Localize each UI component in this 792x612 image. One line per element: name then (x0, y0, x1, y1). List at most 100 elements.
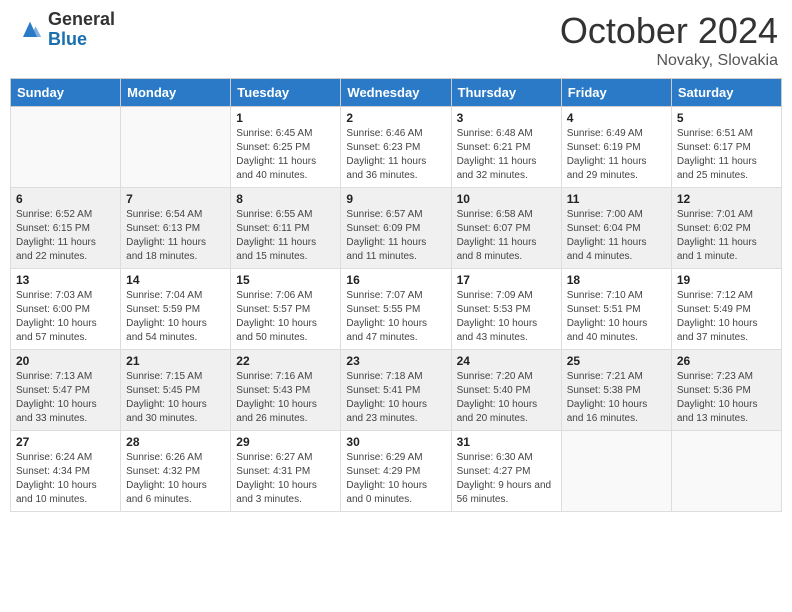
day-info: Sunrise: 7:03 AMSunset: 6:00 PMDaylight:… (16, 289, 115, 345)
calendar-day-cell: 20Sunrise: 7:13 AMSunset: 5:47 PMDayligh… (11, 350, 121, 431)
day-info: Sunrise: 6:57 AMSunset: 6:09 PMDaylight:… (346, 208, 445, 264)
weekday-header-tuesday: Tuesday (231, 79, 341, 107)
day-number: 17 (457, 273, 556, 287)
calendar-day-cell (561, 431, 671, 512)
logo-blue-text: Blue (48, 30, 115, 50)
day-info: Sunrise: 7:00 AMSunset: 6:04 PMDaylight:… (567, 208, 666, 264)
day-info: Sunrise: 6:30 AMSunset: 4:27 PMDaylight:… (457, 451, 556, 507)
day-number: 22 (236, 354, 335, 368)
calendar-table: SundayMondayTuesdayWednesdayThursdayFrid… (10, 78, 782, 512)
calendar-day-cell: 5Sunrise: 6:51 AMSunset: 6:17 PMDaylight… (671, 107, 781, 188)
calendar-day-cell: 30Sunrise: 6:29 AMSunset: 4:29 PMDayligh… (341, 431, 451, 512)
day-number: 4 (567, 111, 666, 125)
day-number: 25 (567, 354, 666, 368)
calendar-day-cell: 17 Sunrise: 7:09 AMSunset: 5:53 PMDayligh… (451, 269, 561, 350)
day-number: 6 (16, 192, 115, 206)
calendar-day-cell: 10 Sunrise: 6:58 AMSunset: 6:07 PMDayligh… (451, 188, 561, 269)
day-number: 3 (457, 111, 556, 125)
day-number: 19 (677, 273, 776, 287)
calendar-day-cell: 14 Sunrise: 7:04 AMSunset: 5:59 PMDayligh… (121, 269, 231, 350)
day-info: Sunrise: 6:55 AMSunset: 6:11 PMDaylight:… (236, 208, 335, 264)
calendar-day-cell (671, 431, 781, 512)
day-info: Sunrise: 6:52 AMSunset: 6:15 PMDaylight:… (16, 208, 115, 264)
day-info: Sunrise: 7:06 AMSunset: 5:57 PMDaylight:… (236, 289, 335, 345)
day-info: Sunrise: 6:49 AMSunset: 6:19 PMDaylight:… (567, 127, 666, 183)
calendar-day-cell (121, 107, 231, 188)
calendar-day-cell: 1 Sunrise: 6:45 AMSunset: 6:25 PMDaylight… (231, 107, 341, 188)
day-info: Sunrise: 6:45 AMSunset: 6:25 PMDaylight:… (236, 127, 335, 183)
calendar-day-cell: 27Sunrise: 6:24 AMSunset: 4:34 PMDayligh… (11, 431, 121, 512)
day-info: Sunrise: 6:51 AMSunset: 6:17 PMDaylight:… (677, 127, 776, 183)
day-number: 2 (346, 111, 445, 125)
calendar-day-cell: 13 Sunrise: 7:03 AMSunset: 6:00 PMDayligh… (11, 269, 121, 350)
day-info: Sunrise: 7:15 AMSunset: 5:45 PMDaylight:… (126, 370, 225, 426)
day-info: Sunrise: 6:54 AMSunset: 6:13 PMDaylight:… (126, 208, 225, 264)
day-number: 8 (236, 192, 335, 206)
day-number: 13 (16, 273, 115, 287)
day-number: 24 (457, 354, 556, 368)
calendar-week-row: 13 Sunrise: 7:03 AMSunset: 6:00 PMDayligh… (11, 269, 782, 350)
location-subtitle: Novaky, Slovakia (560, 52, 778, 70)
day-number: 12 (677, 192, 776, 206)
calendar-day-cell: 26 Sunrise: 7:23 AMSunset: 5:36 PMDayligh… (671, 350, 781, 431)
weekday-header-monday: Monday (121, 79, 231, 107)
day-info: Sunrise: 6:27 AMSunset: 4:31 PMDaylight:… (236, 451, 335, 507)
day-info: Sunrise: 6:48 AMSunset: 6:21 PMDaylight:… (457, 127, 556, 183)
calendar-week-row: 6 Sunrise: 6:52 AMSunset: 6:15 PMDaylight… (11, 188, 782, 269)
calendar-day-cell: 12 Sunrise: 7:01 AMSunset: 6:02 PMDayligh… (671, 188, 781, 269)
day-info: Sunrise: 7:04 AMSunset: 5:59 PMDaylight:… (126, 289, 225, 345)
calendar-day-cell: 29 Sunrise: 6:27 AMSunset: 4:31 PMDayligh… (231, 431, 341, 512)
calendar-day-cell: 11 Sunrise: 7:00 AMSunset: 6:04 PMDayligh… (561, 188, 671, 269)
day-number: 15 (236, 273, 335, 287)
calendar-day-cell: 22 Sunrise: 7:16 AMSunset: 5:43 PMDayligh… (231, 350, 341, 431)
calendar-day-cell: 4 Sunrise: 6:49 AMSunset: 6:19 PMDaylight… (561, 107, 671, 188)
day-info: Sunrise: 6:58 AMSunset: 6:07 PMDaylight:… (457, 208, 556, 264)
day-number: 31 (457, 435, 556, 449)
day-number: 9 (346, 192, 445, 206)
day-info: Sunrise: 7:01 AMSunset: 6:02 PMDaylight:… (677, 208, 776, 264)
day-number: 21 (126, 354, 225, 368)
calendar-day-cell: 19 Sunrise: 7:12 AMSunset: 5:49 PMDayligh… (671, 269, 781, 350)
calendar-day-cell: 24Sunrise: 7:20 AMSunset: 5:40 PMDayligh… (451, 350, 561, 431)
day-info: Sunrise: 6:46 AMSunset: 6:23 PMDaylight:… (346, 127, 445, 183)
day-info: Sunrise: 7:23 AMSunset: 5:36 PMDaylight:… (677, 370, 776, 426)
day-info: Sunrise: 7:21 AMSunset: 5:38 PMDaylight:… (567, 370, 666, 426)
calendar-day-cell: 25 Sunrise: 7:21 AMSunset: 5:38 PMDayligh… (561, 350, 671, 431)
day-info: Sunrise: 7:07 AMSunset: 5:55 PMDaylight:… (346, 289, 445, 345)
calendar-week-row: 20Sunrise: 7:13 AMSunset: 5:47 PMDayligh… (11, 350, 782, 431)
calendar-day-cell (11, 107, 121, 188)
day-number: 29 (236, 435, 335, 449)
logo-general-text: General (48, 10, 115, 30)
logo-icon (16, 16, 44, 44)
calendar-day-cell: 31 Sunrise: 6:30 AMSunset: 4:27 PMDayligh… (451, 431, 561, 512)
day-number: 7 (126, 192, 225, 206)
weekday-header-saturday: Saturday (671, 79, 781, 107)
day-info: Sunrise: 7:12 AMSunset: 5:49 PMDaylight:… (677, 289, 776, 345)
day-info: Sunrise: 7:09 AMSunset: 5:53 PMDaylight:… (457, 289, 556, 345)
day-number: 26 (677, 354, 776, 368)
calendar-day-cell: 16 Sunrise: 7:07 AMSunset: 5:55 PMDayligh… (341, 269, 451, 350)
page-header: General Blue October 2024 Novaky, Slovak… (10, 10, 782, 70)
day-number: 16 (346, 273, 445, 287)
day-info: Sunrise: 6:26 AMSunset: 4:32 PMDaylight:… (126, 451, 225, 507)
calendar-day-cell: 3 Sunrise: 6:48 AMSunset: 6:21 PMDaylight… (451, 107, 561, 188)
day-number: 23 (346, 354, 445, 368)
calendar-day-cell: 8 Sunrise: 6:55 AMSunset: 6:11 PMDaylight… (231, 188, 341, 269)
day-number: 1 (236, 111, 335, 125)
day-number: 18 (567, 273, 666, 287)
title-area: October 2024 Novaky, Slovakia (560, 10, 778, 70)
day-number: 27 (16, 435, 115, 449)
calendar-day-cell: 15 Sunrise: 7:06 AMSunset: 5:57 PMDayligh… (231, 269, 341, 350)
day-number: 11 (567, 192, 666, 206)
day-number: 14 (126, 273, 225, 287)
day-number: 30 (346, 435, 445, 449)
calendar-day-cell: 2 Sunrise: 6:46 AMSunset: 6:23 PMDaylight… (341, 107, 451, 188)
day-number: 10 (457, 192, 556, 206)
weekday-header-row: SundayMondayTuesdayWednesdayThursdayFrid… (11, 79, 782, 107)
day-info: Sunrise: 7:16 AMSunset: 5:43 PMDaylight:… (236, 370, 335, 426)
day-info: Sunrise: 7:18 AMSunset: 5:41 PMDaylight:… (346, 370, 445, 426)
calendar-day-cell: 9 Sunrise: 6:57 AMSunset: 6:09 PMDaylight… (341, 188, 451, 269)
weekday-header-friday: Friday (561, 79, 671, 107)
weekday-header-sunday: Sunday (11, 79, 121, 107)
day-info: Sunrise: 7:13 AMSunset: 5:47 PMDaylight:… (16, 370, 115, 426)
